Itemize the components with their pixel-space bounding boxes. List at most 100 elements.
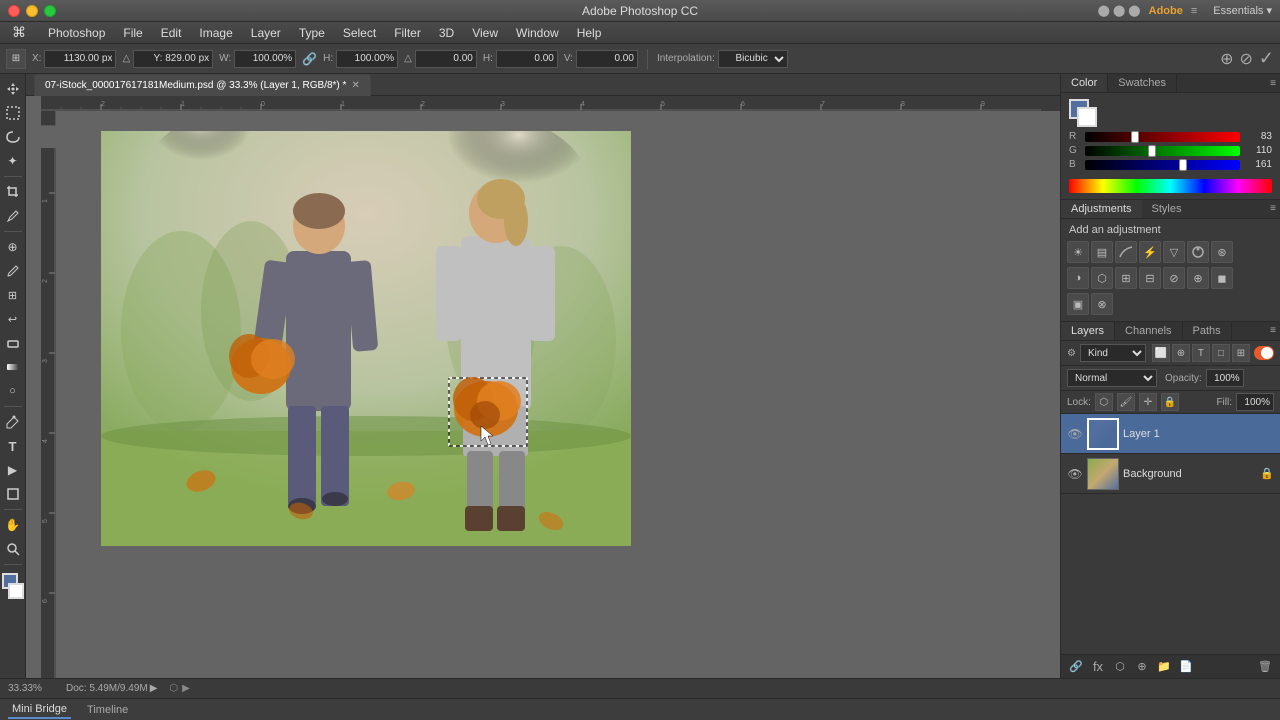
dodge-tool[interactable]: ○ (2, 380, 24, 402)
move-tool[interactable] (2, 78, 24, 100)
lock-position-btn[interactable]: ✛ (1139, 393, 1157, 411)
eraser-tool[interactable] (2, 332, 24, 354)
selective-color-btn[interactable]: ⊗ (1091, 293, 1113, 315)
maximize-button[interactable] (44, 5, 56, 17)
gradient-tool[interactable] (2, 356, 24, 378)
filter-smart-btn[interactable]: ⊞ (1232, 344, 1250, 362)
menu-select[interactable]: Select (335, 24, 384, 42)
menu-photoshop[interactable]: Photoshop (40, 24, 113, 42)
tab-layers[interactable]: Layers (1061, 322, 1115, 340)
doc-info-arrow[interactable]: ▶ (150, 683, 158, 694)
vibrance-btn[interactable]: ▽ (1163, 241, 1185, 263)
height-input[interactable] (336, 50, 398, 68)
zoom-tool[interactable] (2, 538, 24, 560)
status-icon-2[interactable]: ▶ (182, 683, 190, 694)
channel-mixer-btn[interactable]: ⊞ (1115, 267, 1137, 289)
tab-color[interactable]: Color (1061, 74, 1108, 92)
menu-image[interactable]: Image (191, 24, 240, 42)
shape-tool[interactable] (2, 483, 24, 505)
chain-link-icon[interactable]: 🔗 (302, 52, 317, 66)
tab-mini-bridge[interactable]: Mini Bridge (8, 701, 71, 719)
exposure-btn[interactable]: ⚡ (1139, 241, 1161, 263)
layer-filter-select[interactable]: Kind Name Effect Mode Attribute Color (1080, 344, 1146, 362)
status-icon-1[interactable]: ⬡ (169, 683, 178, 694)
photo-filter-btn[interactable]: ⬡ (1091, 267, 1113, 289)
tab-swatches[interactable]: Swatches (1108, 74, 1177, 92)
g-slider[interactable] (1085, 146, 1240, 156)
x-input[interactable] (44, 50, 116, 68)
black-white-btn[interactable]: ◑ (1067, 267, 1089, 289)
filter-pixel-btn[interactable]: ⬜ (1152, 344, 1170, 362)
gradient-map-btn[interactable]: ▣ (1067, 293, 1089, 315)
fill-input[interactable] (1236, 393, 1274, 411)
brush-tool[interactable] (2, 260, 24, 282)
invert-btn[interactable]: ⊘ (1163, 267, 1185, 289)
commit-transform-icon[interactable]: ✓ (1259, 48, 1274, 69)
add-mask-btn[interactable]: ⬡ (1111, 658, 1129, 676)
lock-all-btn[interactable]: 🔒 (1161, 393, 1179, 411)
menu-view[interactable]: View (464, 24, 506, 42)
menu-edit[interactable]: Edit (153, 24, 190, 42)
minimize-button[interactable] (26, 5, 38, 17)
canvas-container[interactable]: 1 2 3 4 5 6 (41, 111, 1060, 678)
threshold-btn[interactable]: ◼ (1211, 267, 1233, 289)
layer-item-layer1[interactable]: 👁 Layer 1 (1061, 414, 1280, 454)
hue-sat-btn[interactable] (1187, 241, 1209, 263)
tab-channels[interactable]: Channels (1115, 322, 1182, 340)
filter-type-btn[interactable]: T (1192, 344, 1210, 362)
filter-adjust-btn[interactable]: ⊕ (1172, 344, 1190, 362)
magic-wand-tool[interactable]: ✦ (2, 150, 24, 172)
tab-adjustments[interactable]: Adjustments (1061, 200, 1142, 218)
tab-timeline[interactable]: Timeline (83, 702, 132, 718)
layers-panel-menu-icon[interactable]: ≡ (1266, 322, 1280, 340)
menu-filter[interactable]: Filter (386, 24, 429, 42)
fg-bg-colors[interactable] (0, 573, 26, 599)
tab-styles[interactable]: Styles (1142, 200, 1192, 218)
b-thumb[interactable] (1179, 159, 1187, 171)
v-input[interactable] (576, 50, 638, 68)
angle2-input[interactable] (415, 50, 477, 68)
warp-icon[interactable]: ⊕ (1220, 49, 1233, 69)
menu-file[interactable]: File (115, 24, 150, 42)
transform-options-btn[interactable]: ⊞ (6, 49, 26, 69)
cancel-transform-icon[interactable]: ⊘ (1240, 49, 1253, 69)
lock-transparent-btn[interactable]: ⬡ (1095, 393, 1113, 411)
layer1-visibility-btn[interactable]: 👁 (1067, 426, 1083, 442)
new-layer-btn[interactable]: 📄 (1177, 658, 1195, 676)
r-thumb[interactable] (1131, 131, 1139, 143)
path-selection-tool[interactable]: ▶ (2, 459, 24, 481)
essentials-label[interactable]: Essentials ▾ (1213, 4, 1272, 17)
background-color[interactable] (8, 583, 24, 599)
add-style-btn[interactable]: fx (1089, 658, 1107, 676)
filter-toggle[interactable] (1254, 346, 1274, 360)
crop-tool[interactable] (2, 181, 24, 203)
width-input[interactable] (234, 50, 296, 68)
angle-input[interactable] (133, 50, 213, 68)
history-brush-tool[interactable]: ↩ (2, 308, 24, 330)
new-adjustment-layer-btn[interactable]: ⊕ (1133, 658, 1151, 676)
rectangular-marquee-tool[interactable] (2, 102, 24, 124)
menu-type[interactable]: Type (291, 24, 333, 42)
lock-image-btn[interactable]: 🖌 (1117, 393, 1135, 411)
apple-menu[interactable]: ⌘ (4, 22, 34, 43)
foreground-background-colors[interactable] (1069, 99, 1097, 127)
layer-item-background[interactable]: 👁 Background 🔒 (1061, 454, 1280, 494)
color-panel-menu-icon[interactable]: ≡ (1270, 78, 1276, 89)
photo-canvas[interactable] (101, 131, 631, 546)
menu-3d[interactable]: 3D (431, 24, 462, 42)
color-lookup-btn[interactable]: ⊟ (1139, 267, 1161, 289)
adjustments-menu-icon[interactable]: ≡ (1266, 200, 1280, 218)
document-tab[interactable]: 07-iStock_000017617181Medium.psd @ 33.3%… (34, 74, 371, 96)
delete-layer-btn[interactable]: 🗑 (1256, 658, 1274, 676)
color-balance-btn[interactable]: ⊛ (1211, 241, 1233, 263)
g-thumb[interactable] (1148, 145, 1156, 157)
menu-help[interactable]: Help (569, 24, 610, 42)
eyedropper-tool[interactable] (2, 205, 24, 227)
menu-layer[interactable]: Layer (243, 24, 289, 42)
h2-input[interactable] (496, 50, 558, 68)
blend-mode-select[interactable]: Normal Dissolve Multiply Screen Overlay (1067, 369, 1157, 387)
clone-stamp-tool[interactable]: ⊞ (2, 284, 24, 306)
opacity-input[interactable] (1206, 369, 1244, 387)
tab-paths[interactable]: Paths (1183, 322, 1232, 340)
r-slider[interactable] (1085, 132, 1240, 142)
